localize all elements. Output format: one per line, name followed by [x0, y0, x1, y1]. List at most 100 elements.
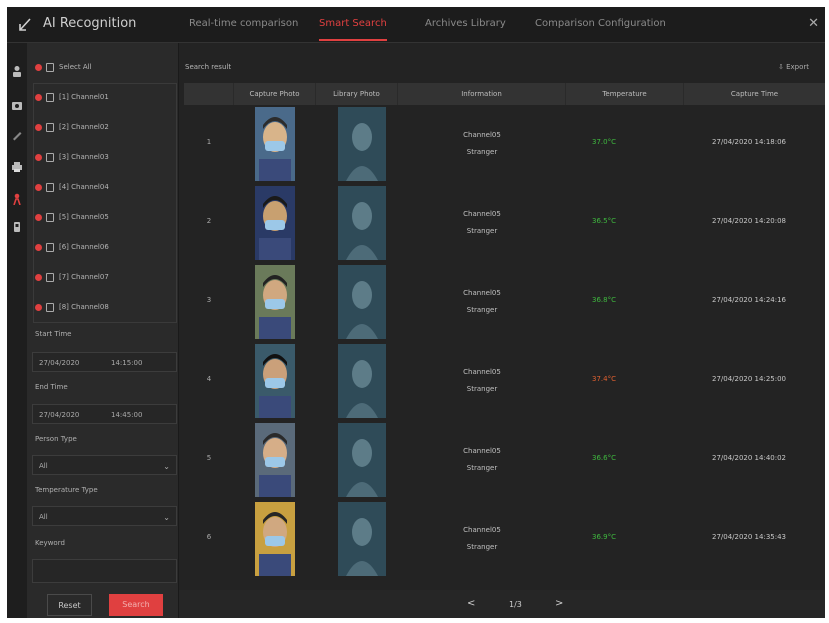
tab-comparison-configuration[interactable]: Comparison Configuration [535, 18, 666, 29]
keyword-input[interactable] [32, 559, 177, 583]
start-date-value: 27/04/2020 [39, 359, 80, 367]
search-button[interactable]: Search [109, 594, 163, 616]
table-row[interactable]: 6 Channel05 Stranger 36.9°C 27/04/2020 14:35… [184, 500, 825, 578]
status-dot-icon [35, 274, 42, 281]
status-dot-icon [35, 304, 42, 311]
checkbox-icon[interactable] [46, 123, 54, 132]
export-label: Export [786, 63, 809, 71]
results-panel: Search result ⇩ Export Capture Photo Lib… [179, 43, 825, 618]
select-all-checkbox[interactable]: Select All [33, 61, 173, 75]
person-type: Stranger [466, 227, 498, 235]
channel-item[interactable]: [6] Channel06 [33, 241, 173, 255]
app-title: AI Recognition [43, 16, 137, 31]
column-header-information: Information [398, 83, 566, 105]
person-type-select[interactable]: All ⌄ [32, 455, 177, 475]
temperature-value: 36.5°C [592, 217, 616, 225]
temperature-value: 36.9°C [592, 533, 616, 541]
temperature-type-select[interactable]: All ⌄ [32, 506, 177, 526]
channel-name: Channel05 [463, 447, 501, 455]
capture-photo[interactable] [255, 502, 295, 576]
tab-smart-search[interactable]: Smart Search [319, 18, 387, 41]
checkbox-icon[interactable] [46, 63, 54, 72]
library-photo[interactable] [338, 265, 386, 339]
column-header-temperature: Temperature [566, 83, 684, 105]
row-index: 3 [206, 296, 212, 304]
channel-name: Channel05 [463, 210, 501, 218]
temperature-value: 37.4°C [592, 375, 616, 383]
channel-item[interactable]: [7] Channel07 [33, 271, 173, 285]
channel-name: Channel05 [463, 289, 501, 297]
status-dot-icon [35, 214, 42, 221]
face-recognition-icon[interactable] [11, 193, 23, 205]
library-photo[interactable] [338, 344, 386, 418]
row-index: 5 [206, 454, 212, 462]
title-bar: AI Recognition Real-time comparison Smar… [7, 7, 825, 43]
info-cell: Channel05 Stranger [422, 364, 542, 398]
table-row[interactable]: 4 Channel05 Stranger 37.4°C 27/04/2020 14:25… [184, 342, 825, 420]
person-icon[interactable] [11, 65, 23, 77]
checkbox-icon[interactable] [46, 183, 54, 192]
channel-item[interactable]: [4] Channel04 [33, 181, 173, 195]
capture-photo[interactable] [255, 344, 295, 418]
checkbox-icon[interactable] [46, 273, 54, 282]
temperature-value: 37.0°C [592, 138, 616, 146]
checkbox-icon[interactable] [46, 153, 54, 162]
capture-time-value: 27/04/2020 14:35:43 [711, 533, 786, 541]
end-date-value: 27/04/2020 [39, 411, 80, 419]
checkbox-icon[interactable] [46, 213, 54, 222]
back-icon[interactable] [17, 16, 33, 32]
reset-button[interactable]: Reset [47, 594, 92, 616]
table-row[interactable]: 2 Channel05 Stranger 36.5°C 27/04/2020 14:20… [184, 184, 825, 262]
export-icon: ⇩ [777, 63, 787, 71]
table-row[interactable]: 5 Channel05 Stranger 36.6°C 27/04/2020 14:40… [184, 421, 825, 499]
person-type: Stranger [466, 464, 498, 472]
start-time-field[interactable]: 27/04/2020 14:15:00 [32, 352, 177, 372]
previous-page-button[interactable]: < [467, 598, 475, 609]
table-row[interactable]: 1 Channel05 Stranger 37.0°C 27/04/2020 14:18… [184, 105, 825, 183]
channel-item[interactable]: [5] Channel05 [33, 211, 173, 225]
row-index: 6 [206, 533, 212, 541]
capture-photo[interactable] [255, 423, 295, 497]
person-type: Stranger [466, 148, 498, 156]
channel-item[interactable]: [8] Channel08 [33, 301, 173, 315]
select-all-label: Select All [59, 63, 92, 71]
library-photo[interactable] [338, 186, 386, 260]
checkbox-icon[interactable] [46, 243, 54, 252]
channel-item[interactable]: [2] Channel02 [33, 121, 173, 135]
library-photo[interactable] [338, 502, 386, 576]
library-photo[interactable] [338, 423, 386, 497]
capture-time-value: 27/04/2020 14:24:16 [711, 296, 786, 304]
printer-icon[interactable] [11, 161, 23, 173]
channel-item[interactable]: [1] Channel01 [33, 91, 173, 105]
camera-icon[interactable] [11, 99, 23, 111]
next-page-button[interactable]: > [555, 598, 563, 609]
library-photo[interactable] [338, 107, 386, 181]
checkbox-icon[interactable] [46, 93, 54, 102]
table-row[interactable]: 3 Channel05 Stranger 36.8°C 27/04/2020 14:24… [184, 263, 825, 341]
capture-photo[interactable] [255, 107, 295, 181]
close-icon[interactable]: ✕ [808, 16, 819, 31]
status-dot-icon [35, 64, 42, 71]
channel-label: [5] Channel05 [59, 213, 109, 221]
tab-archives-library[interactable]: Archives Library [425, 18, 506, 29]
pagination: < 1/3 > [179, 590, 825, 618]
checkbox-icon[interactable] [46, 303, 54, 312]
icon-rail [7, 43, 27, 618]
info-cell: Channel05 Stranger [422, 127, 542, 161]
channel-name: Channel05 [463, 368, 501, 376]
capture-photo[interactable] [255, 186, 295, 260]
search-filter-panel: Select All [1] Channel01 [2] Channel02 [… [27, 43, 189, 618]
temperature-type-value: All [39, 513, 48, 521]
device-icon[interactable] [11, 221, 23, 233]
pen-icon[interactable] [11, 129, 23, 141]
channel-list[interactable] [33, 83, 177, 323]
channel-label: [8] Channel08 [59, 303, 109, 311]
export-button[interactable]: ⇩ Export [778, 63, 809, 71]
capture-photo[interactable] [255, 265, 295, 339]
end-time-field[interactable]: 27/04/2020 14:45:00 [32, 404, 177, 424]
temperature-type-label: Temperature Type [35, 486, 98, 494]
channel-item[interactable]: [3] Channel03 [33, 151, 173, 165]
channel-name: Channel05 [463, 131, 501, 139]
tab-real-time-comparison[interactable]: Real-time comparison [189, 18, 298, 29]
channel-label: [3] Channel03 [59, 153, 109, 161]
